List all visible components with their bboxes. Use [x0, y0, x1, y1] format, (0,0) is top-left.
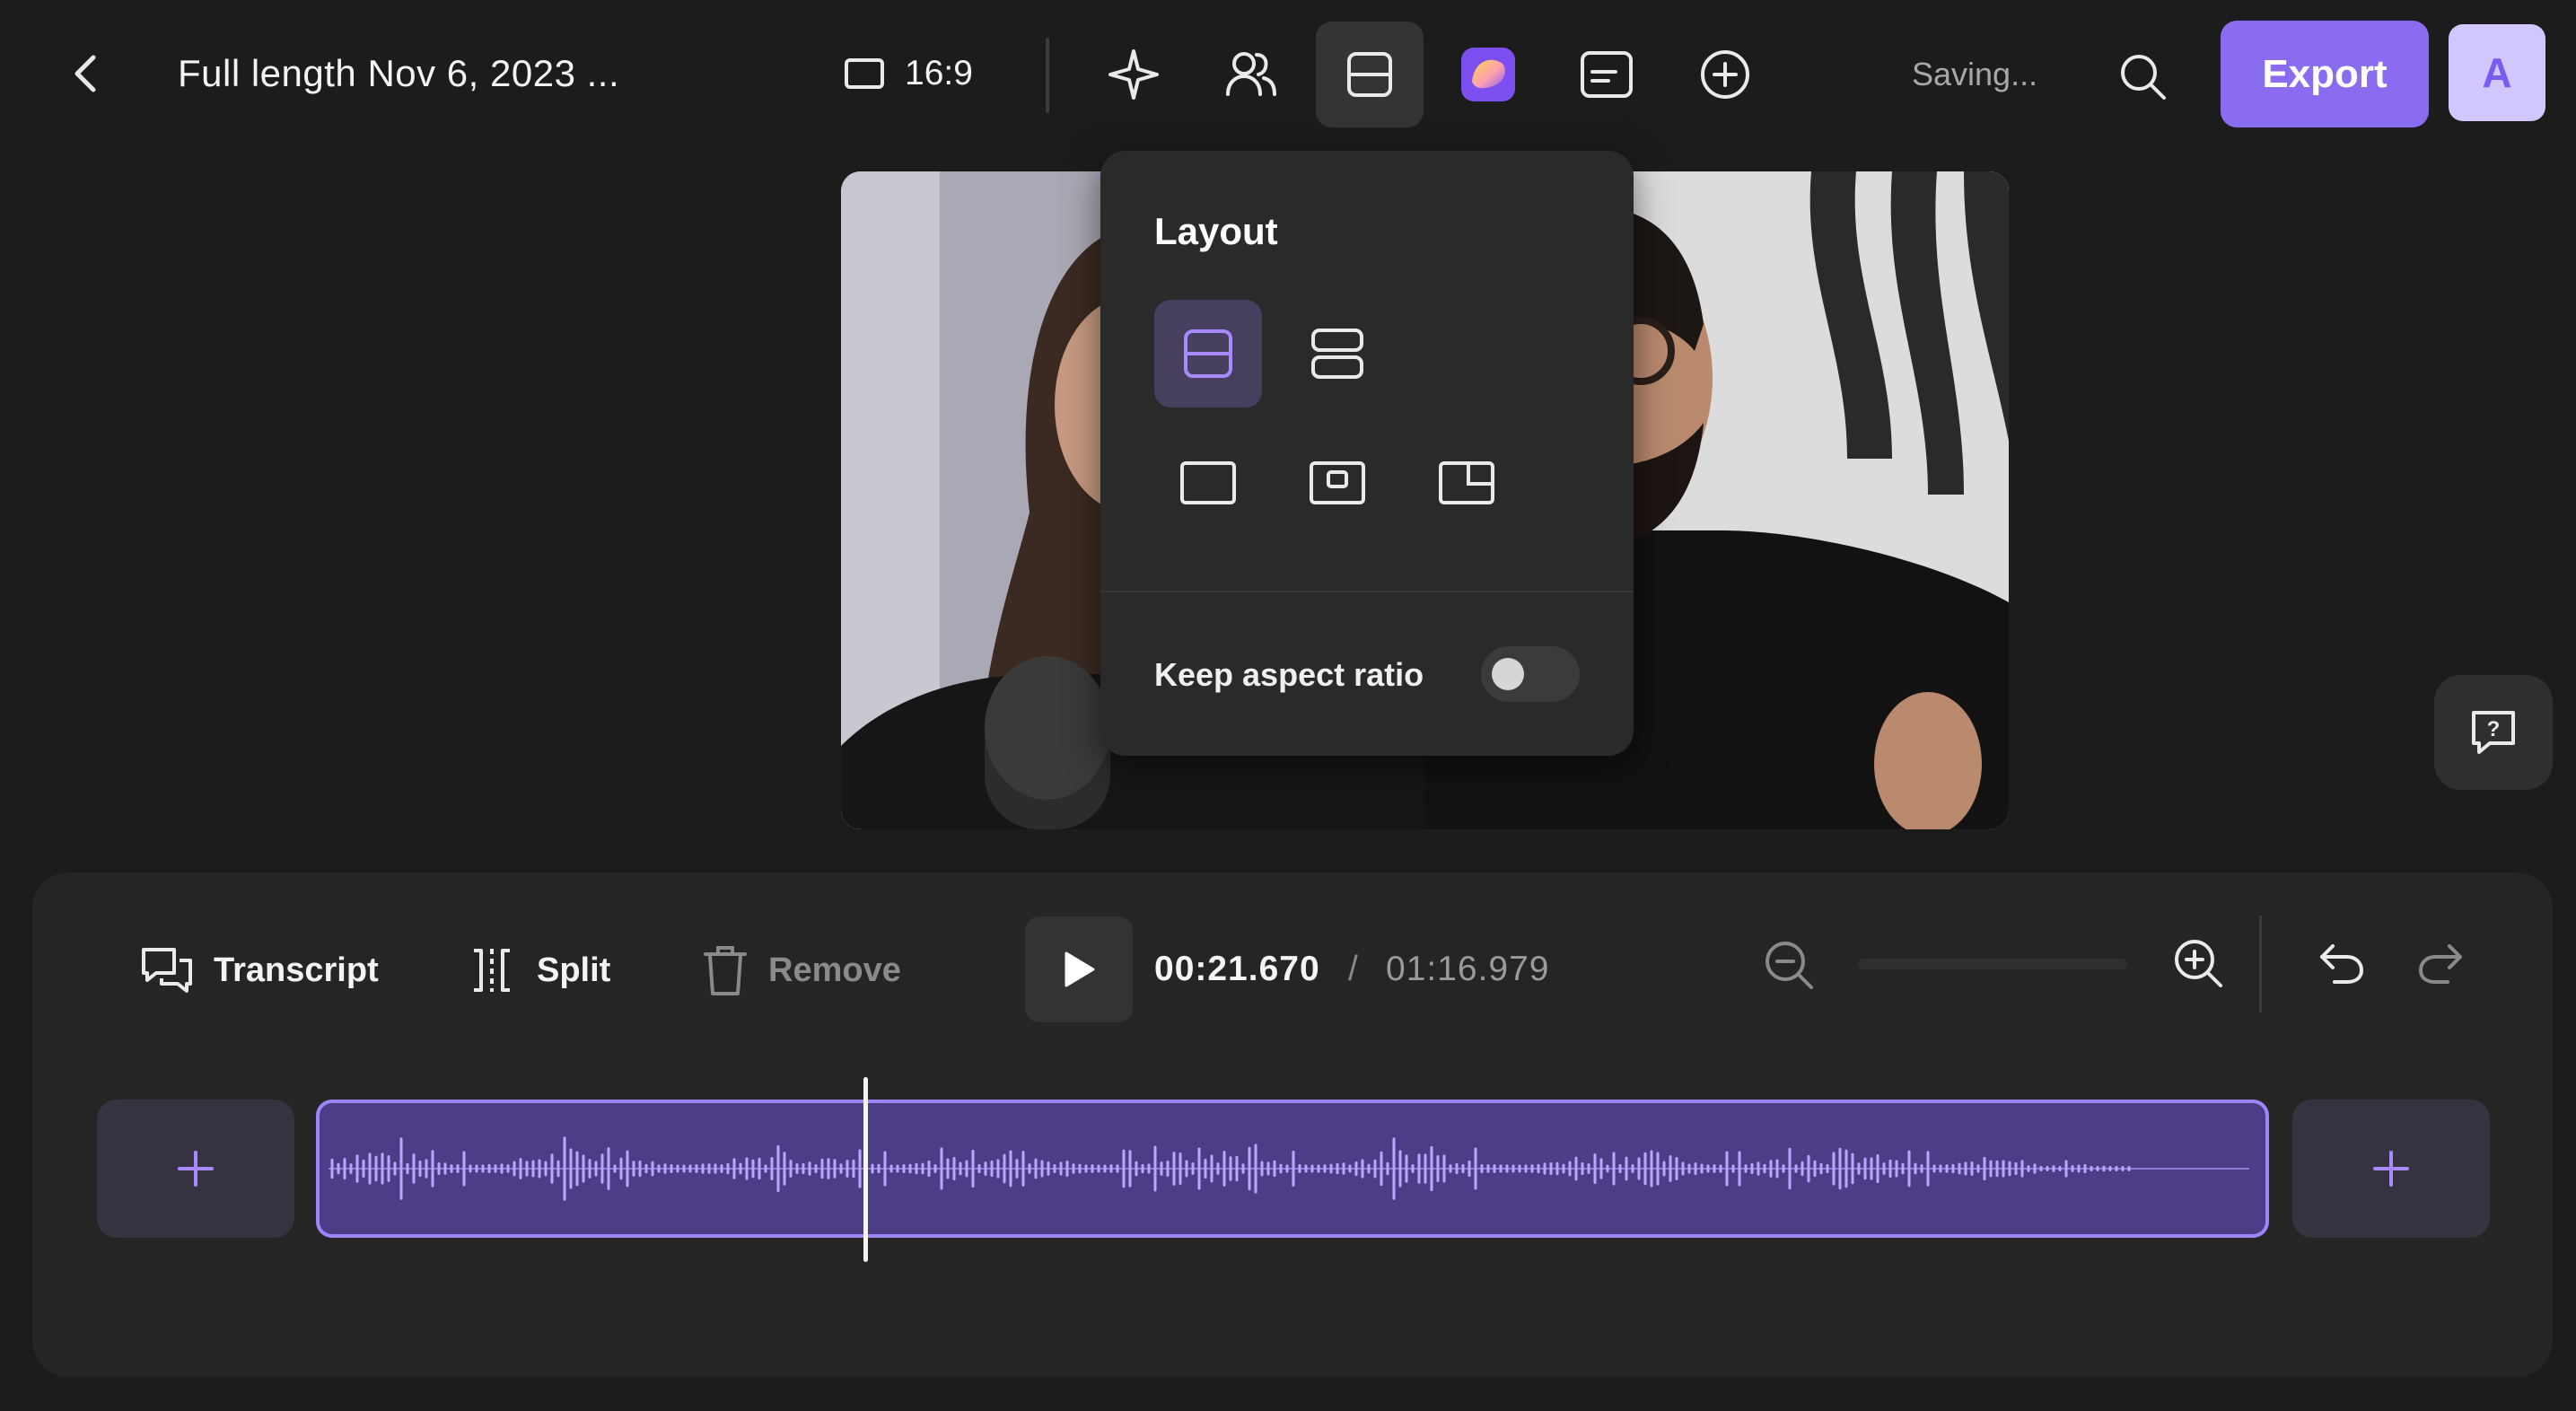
export-button[interactable]: Export	[2221, 21, 2429, 127]
layout-button[interactable]	[1316, 22, 1424, 127]
layout-option-stacked[interactable]	[1284, 300, 1391, 408]
ai-magic-button[interactable]	[1080, 22, 1187, 127]
remove-label: Remove	[768, 951, 901, 989]
layout-option-picture-in-picture[interactable]	[1284, 429, 1391, 537]
plus-icon	[178, 1151, 214, 1187]
redo-button[interactable]	[2411, 933, 2470, 993]
keep-aspect-ratio-toggle[interactable]	[1481, 646, 1580, 702]
help-chat-icon: ?	[2472, 711, 2515, 754]
search-button[interactable]	[2113, 47, 2172, 106]
undo-button[interactable]	[2312, 933, 2371, 993]
time-separator: /	[1348, 950, 1358, 988]
audio-waveform	[329, 1136, 2249, 1201]
help-button[interactable]: ?	[2434, 675, 2553, 790]
layout-corner-icon	[1438, 460, 1495, 505]
plus-circle-icon	[1699, 48, 1751, 101]
play-button[interactable]	[1025, 916, 1133, 1022]
toggle-knob	[1492, 658, 1524, 690]
split-icon	[467, 945, 517, 995]
add-element-button[interactable]	[1671, 22, 1779, 127]
saving-status: Saving...	[1912, 56, 2038, 92]
redo-icon	[2418, 944, 2462, 984]
add-clip-before-button[interactable]	[97, 1100, 294, 1238]
popover-divider	[1100, 591, 1634, 592]
brand-color-button[interactable]	[1434, 22, 1542, 127]
layout-pip-icon	[1309, 460, 1366, 505]
zoom-in-icon	[2175, 940, 2222, 987]
transcript-button[interactable]: Transcript	[140, 939, 379, 1002]
add-clip-after-button[interactable]	[2292, 1100, 2490, 1238]
play-icon	[1065, 951, 1095, 987]
sparkle-icon	[1107, 48, 1161, 101]
keep-aspect-ratio-label: Keep aspect ratio	[1154, 656, 1424, 693]
search-icon	[2121, 55, 2166, 100]
undo-icon	[2320, 944, 2364, 984]
plus-icon	[2373, 1151, 2409, 1187]
zoom-out-button[interactable]	[1759, 935, 1818, 995]
back-button[interactable]	[63, 50, 110, 97]
split-button[interactable]: Split	[467, 939, 610, 1002]
speakers-icon	[1224, 48, 1278, 101]
layout-stacked-icon	[1310, 327, 1364, 381]
current-time: 00:21.670	[1154, 950, 1320, 988]
user-avatar[interactable]: A	[2449, 24, 2545, 121]
transcript-chat-icon	[140, 944, 194, 996]
layout-option-single[interactable]	[1154, 429, 1262, 537]
transcript-label: Transcript	[214, 951, 379, 989]
captions-icon	[1580, 50, 1634, 99]
playhead[interactable]	[863, 1077, 868, 1262]
zoom-out-icon	[1766, 942, 1813, 989]
layout-option-corner[interactable]	[1413, 429, 1520, 537]
captions-button[interactable]	[1553, 22, 1660, 127]
brand-color-icon	[1459, 46, 1517, 103]
toolbar-divider	[1046, 38, 1049, 113]
layout-icon	[1345, 50, 1394, 99]
speakers-button[interactable]	[1197, 22, 1305, 127]
project-title[interactable]: Full length Nov 6, 2023 ...	[178, 52, 619, 95]
aspect-ratio-label: 16:9	[905, 54, 973, 92]
aspect-ratio-icon	[844, 57, 885, 90]
zoom-slider[interactable]	[1858, 959, 2127, 969]
audio-clip[interactable]	[316, 1100, 2269, 1238]
total-duration: 01:16.979	[1386, 950, 1550, 988]
split-label: Split	[537, 951, 611, 989]
layout-split-icon	[1181, 327, 1235, 381]
aspect-ratio-button[interactable]: 16:9	[844, 47, 973, 101]
layout-option-split[interactable]	[1154, 300, 1262, 408]
layout-popover: Layout Keep aspect ratio	[1100, 151, 1634, 756]
layout-single-icon	[1179, 460, 1237, 505]
svg-text:?: ?	[2487, 717, 2501, 741]
chevron-left-icon	[74, 55, 96, 92]
remove-button[interactable]: Remove	[702, 939, 901, 1002]
layout-popover-title: Layout	[1154, 210, 1278, 252]
timeline-toolbar-divider	[2259, 916, 2262, 1012]
zoom-in-button[interactable]	[2169, 933, 2228, 993]
trash-icon	[702, 943, 749, 997]
